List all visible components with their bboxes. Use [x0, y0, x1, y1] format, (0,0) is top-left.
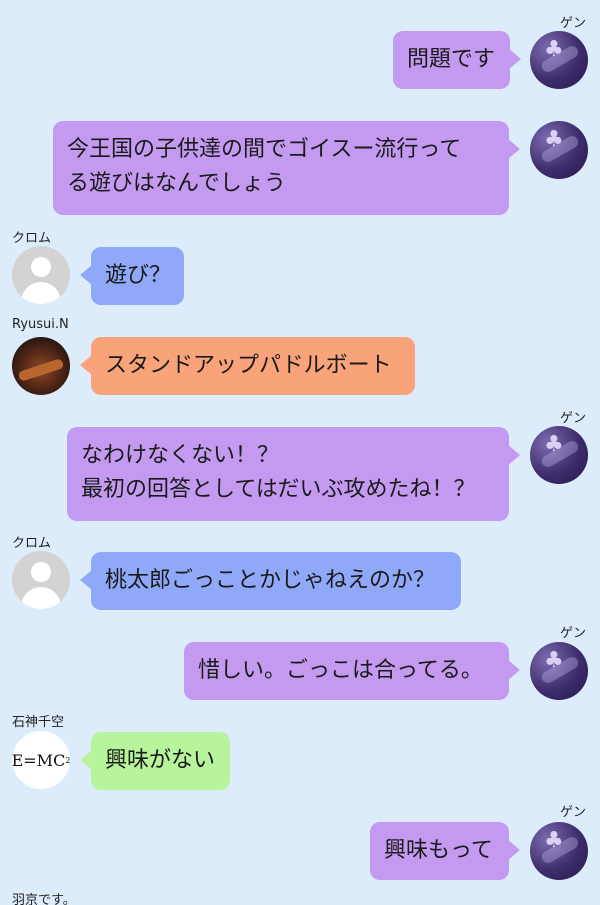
default-user-avatar[interactable]	[12, 246, 70, 304]
message-text: 最初の回答としてはだいぶ攻めたね！？	[81, 477, 476, 502]
avatar-text: E=MC	[12, 750, 66, 770]
message-bubble: 興味もって	[370, 822, 520, 880]
message-bubble: 今王国の子供達の間でゴイスー流行って る遊びはなんでしょう	[53, 121, 520, 215]
message-text: 問題です	[407, 47, 496, 72]
message-bubble: スタンドアップパドルボート	[80, 337, 415, 395]
purple-clover-avatar[interactable]	[530, 121, 588, 179]
message-text: 興味もって	[384, 838, 493, 863]
sender-name: ゲン	[559, 411, 586, 426]
sender-name: 羽京です。	[12, 893, 76, 905]
message-bubble: なわけなくない！？ 最初の回答としてはだいぶ攻めたね！？	[67, 427, 520, 521]
message-text: 桃太郎ごっことかじゃねえのか？	[105, 568, 436, 593]
default-user-avatar[interactable]	[12, 551, 70, 609]
sender-name: クロム	[12, 536, 52, 551]
avatar-superscript: 2	[65, 755, 70, 765]
purple-clover-avatar[interactable]	[530, 426, 588, 484]
message-bubble: 惜しい。ごっこは合ってる。	[184, 642, 520, 700]
message-text: 興味がない	[105, 748, 216, 773]
purple-clover-avatar[interactable]	[530, 31, 588, 89]
sender-name: ゲン	[559, 805, 586, 820]
chat-view: ゲン 問題です 今王国の子供達の間でゴイスー流行って る遊びはなんでしょう クロ…	[0, 0, 600, 905]
purple-clover-avatar[interactable]	[530, 822, 588, 880]
message-text: なわけなくない！？	[81, 443, 280, 468]
ship-photo-avatar[interactable]	[12, 337, 70, 395]
message-text: スタンドアップパドルボート	[105, 353, 392, 378]
message-text: 遊び？	[105, 263, 172, 288]
message-bubble: 問題です	[393, 31, 521, 89]
sender-name: 石神千空	[12, 715, 65, 730]
sender-name: Ryusui.N	[12, 317, 69, 332]
sender-name: ゲン	[559, 16, 586, 31]
message-bubble: 興味がない	[80, 732, 230, 790]
message-bubble: 遊び？	[80, 247, 184, 305]
message-text: る遊びはなんでしょう	[67, 171, 286, 196]
sender-name: ゲン	[559, 626, 586, 641]
message-text: 今王国の子供達の間でゴイスー流行って	[67, 137, 462, 162]
purple-clover-avatar[interactable]	[530, 642, 588, 700]
sender-name: クロム	[12, 231, 52, 246]
emc-avatar[interactable]: E=MC 2	[12, 731, 70, 789]
message-bubble: 桃太郎ごっことかじゃねえのか？	[80, 552, 461, 610]
message-text: 惜しい。ごっこは合ってる。	[198, 658, 483, 683]
